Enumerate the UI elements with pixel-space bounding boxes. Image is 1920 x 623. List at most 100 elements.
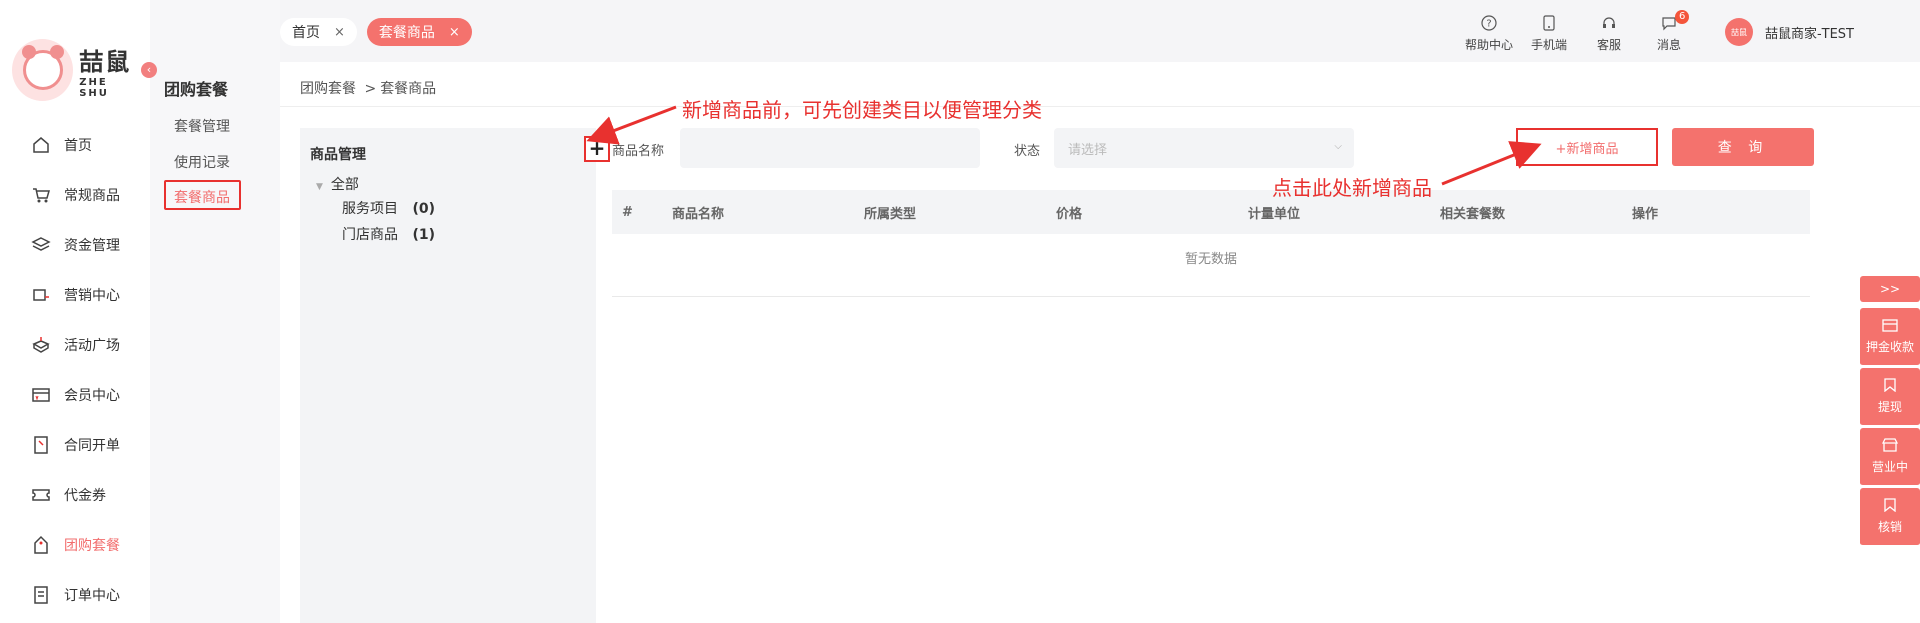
tree-node-count: (1) — [412, 227, 435, 243]
sidebar-item-members[interactable]: 会员中心 — [0, 370, 150, 420]
main-nav: 首页 常规商品 资金管理 营销中心 活动广场 会员中心 合同开单 代金券 团购套… — [0, 120, 150, 620]
business-label: 营业中 — [1871, 460, 1908, 474]
tab-home[interactable]: 首页 × — [280, 18, 357, 46]
subnav-package-manage[interactable]: 套餐管理 — [174, 116, 230, 136]
category-tip-annotation: 新增商品前，可先创建类目以便管理分类 — [682, 98, 1042, 122]
tree-node-label: 门店商品 — [342, 227, 398, 243]
close-icon[interactable]: × — [449, 25, 460, 40]
table-bottom-line — [612, 296, 1810, 297]
mobile-button[interactable]: 手机端 — [1519, 14, 1579, 53]
breadcrumb: 团购套餐 > 套餐商品 — [300, 78, 436, 98]
verify-label: 核销 — [1877, 520, 1902, 534]
logo-mascot-icon — [12, 39, 74, 101]
top-toolbar: ? 帮助中心 手机端 客服 6 消息 喆鼠 喆鼠商家-TEST — [1459, 10, 1854, 53]
sidebar-item-label: 首页 — [64, 138, 92, 154]
user-menu[interactable]: 喆鼠 喆鼠商家-TEST — [1724, 18, 1854, 46]
sidebar-item-contracts[interactable]: 合同开单 — [0, 420, 150, 470]
breadcrumb-separator: > — [364, 81, 377, 97]
business-status-button[interactable]: 营业中 — [1860, 428, 1920, 486]
tab-label: 首页 — [292, 25, 320, 41]
marketing-icon — [30, 284, 52, 306]
deposit-label: 押金收款 — [1865, 340, 1914, 354]
store-icon — [1882, 438, 1898, 452]
name-filter-input[interactable] — [680, 128, 980, 168]
tree-node-service[interactable]: 服务项目 (0) — [342, 198, 435, 218]
vip-card-icon — [30, 384, 52, 406]
sidebar-item-label: 活动广场 — [64, 338, 120, 354]
avatar: 喆鼠 — [1724, 18, 1753, 46]
help-center-button[interactable]: ? 帮助中心 — [1459, 14, 1519, 53]
close-icon[interactable]: × — [334, 25, 345, 40]
name-filter-label: 商品名称 — [612, 144, 665, 159]
sidebar-item-label: 会员中心 — [64, 388, 120, 404]
query-button[interactable]: 查 询 — [1672, 128, 1814, 166]
sidebar-item-label: 营销中心 — [64, 288, 120, 304]
tab-label: 套餐商品 — [378, 25, 435, 41]
divider — [280, 106, 1920, 107]
subbar-title: 团购套餐 — [164, 80, 229, 99]
withdraw-label: 提现 — [1877, 400, 1902, 414]
column-header: 价格 — [1056, 206, 1083, 222]
sidebar-item-coupons[interactable]: 代金券 — [0, 470, 150, 520]
customer-service-button[interactable]: 客服 — [1579, 14, 1639, 53]
mobile-icon — [1540, 14, 1558, 32]
table-header: # 商品名称 所属类型 价格 计量单位 相关套餐数 操作 — [612, 190, 1810, 234]
app-root: 喆鼠 ZHE SHU 首页 常规商品 资金管理 营销中心 活动广场 会员中心 合… — [0, 0, 1920, 623]
main-panel: 团购套餐 > 套餐商品 商品管理 + ▼ 全部 服务项目 (0) 门店商品 (1) … — [280, 62, 1920, 623]
add-category-button[interactable]: + — [584, 136, 610, 162]
bookmark-icon — [1882, 378, 1898, 392]
right-floating-bar: >> 押金收款 提现 营业中 核销 — [1860, 276, 1920, 548]
chevron-down-icon: ⌵ — [1334, 141, 1342, 152]
expand-toggle-button[interactable]: >> — [1860, 276, 1920, 302]
svg-text:?: ? — [1486, 19, 1491, 30]
help-icon: ? — [1480, 14, 1498, 32]
subnav-package-products[interactable]: 套餐商品 — [174, 187, 230, 207]
verify-button[interactable]: 核销 — [1860, 488, 1920, 546]
category-tree: 商品管理 + ▼ 全部 服务项目 (0) 门店商品 (1) — [300, 128, 610, 623]
breadcrumb-current: 套餐商品 — [380, 81, 437, 97]
contract-icon — [30, 434, 52, 456]
sidebar-item-label: 订单中心 — [64, 588, 120, 604]
headset-icon — [1600, 14, 1618, 32]
order-icon — [30, 584, 52, 606]
sidebar-item-label: 团购套餐 — [64, 538, 120, 554]
column-header: 计量单位 — [1248, 206, 1301, 222]
tree-node-label: 服务项目 — [342, 201, 398, 217]
coupon-icon — [30, 484, 52, 506]
tree-title: 商品管理 — [310, 147, 366, 163]
status-select[interactable]: 请选择 ⌵ — [1054, 128, 1354, 168]
sidebar-item-products[interactable]: 常规商品 — [0, 170, 150, 220]
status-placeholder: 请选择 — [1068, 142, 1108, 158]
messages-button[interactable]: 6 消息 — [1639, 10, 1699, 53]
help-label: 帮助中心 — [1464, 38, 1513, 52]
sidebar-item-activity[interactable]: 活动广场 — [0, 320, 150, 370]
status-filter-label: 状态 — [1014, 144, 1041, 159]
service-label: 客服 — [1596, 38, 1621, 52]
main-sidebar: 喆鼠 ZHE SHU 首页 常规商品 资金管理 营销中心 活动广场 会员中心 合… — [0, 0, 150, 623]
sidebar-item-orders[interactable]: 订单中心 — [0, 570, 150, 620]
tree-node-store[interactable]: 门店商品 (1) — [342, 224, 435, 244]
breadcrumb-parent[interactable]: 团购套餐 — [300, 81, 356, 97]
card-icon — [1882, 318, 1898, 332]
add-product-button[interactable]: +新增商品 — [1516, 128, 1658, 166]
home-icon — [30, 134, 52, 156]
withdraw-button[interactable]: 提现 — [1860, 368, 1920, 426]
bookmark-icon — [1882, 498, 1898, 512]
sidebar-item-marketing[interactable]: 营销中心 — [0, 270, 150, 320]
layers-icon — [30, 234, 52, 256]
sidebar-item-funds[interactable]: 资金管理 — [0, 220, 150, 270]
tab-package-products[interactable]: 套餐商品 × — [366, 18, 472, 46]
subnav-usage-records[interactable]: 使用记录 — [174, 152, 230, 172]
tree-node-count: (0) — [412, 201, 435, 217]
caret-down-icon[interactable]: ▼ — [316, 182, 323, 192]
user-name: 喆鼠商家-TEST — [1764, 26, 1854, 42]
deposit-collect-button[interactable]: 押金收款 — [1860, 308, 1920, 366]
brand-name-cn: 喆鼠 — [79, 47, 132, 76]
sidebar-item-group-buy[interactable]: 团购套餐 — [0, 520, 150, 570]
sidebar-item-label: 常规商品 — [64, 188, 120, 204]
collapse-sidebar-button[interactable]: ‹ — [141, 62, 157, 78]
column-header: 商品名称 — [672, 206, 725, 222]
tree-node-all[interactable]: ▼ 全部 — [316, 174, 359, 194]
sidebar-item-home[interactable]: 首页 — [0, 120, 150, 170]
mobile-label: 手机端 — [1530, 38, 1567, 52]
